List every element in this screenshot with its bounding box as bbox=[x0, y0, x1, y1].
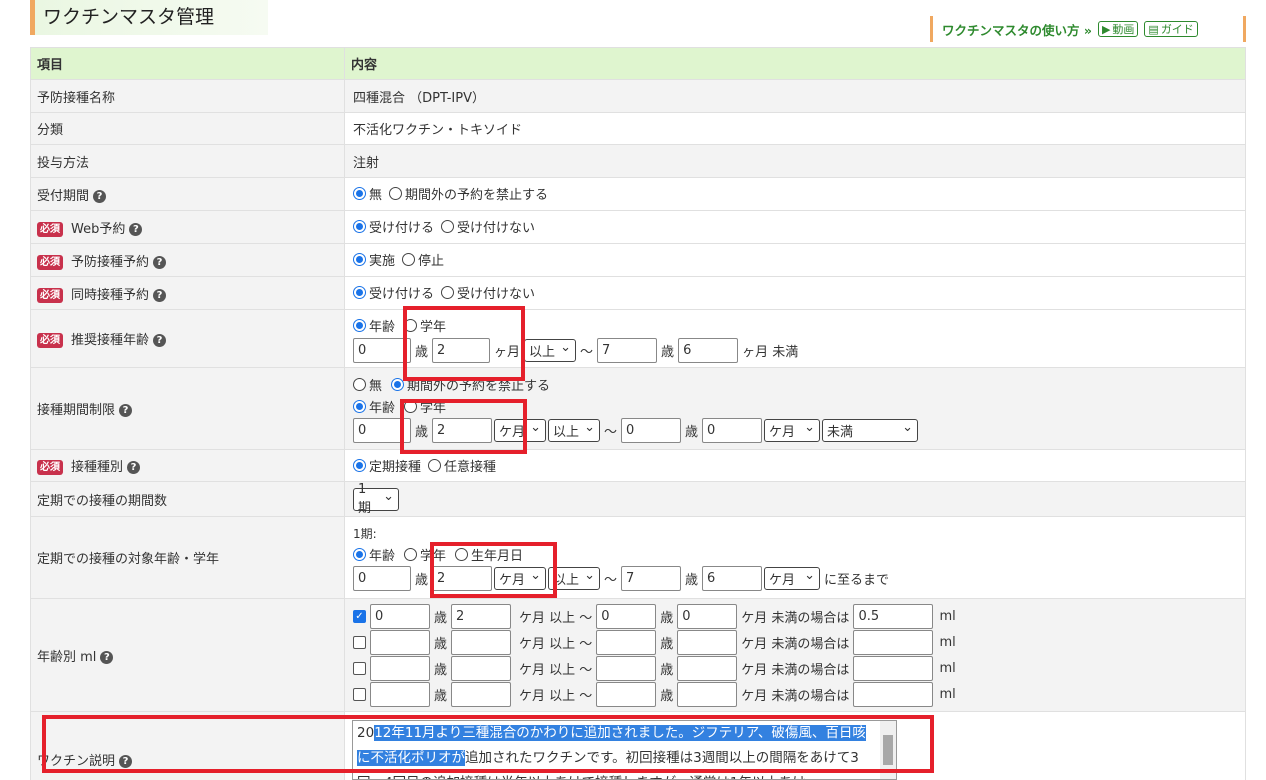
help-icon[interactable]: ? bbox=[153, 255, 167, 269]
ml-to-month-input[interactable] bbox=[677, 655, 738, 681]
row-method: 投与方法 注射 bbox=[30, 144, 1246, 178]
type-optional-radio[interactable]: 任意接種 bbox=[428, 456, 496, 475]
ml-to-month-input[interactable] bbox=[677, 629, 738, 655]
row-category: 分類 不活化ワクチン・トキソイド bbox=[30, 112, 1246, 145]
vaccination-off-radio[interactable]: 停止 bbox=[402, 250, 444, 269]
ml-to-month-input[interactable]: 0 bbox=[677, 603, 738, 629]
limit-cond-select[interactable]: 以上 bbox=[548, 419, 601, 442]
vaccination-on-radio[interactable]: 実施 bbox=[353, 250, 395, 269]
ml-from-month-input[interactable] bbox=[451, 681, 512, 707]
required-badge: 必須 bbox=[37, 333, 63, 348]
ml-row-checkbox[interactable] bbox=[353, 635, 366, 649]
reception-none-radio[interactable]: 無 bbox=[353, 184, 382, 203]
ml-to-month-input[interactable] bbox=[677, 681, 738, 707]
ml-row: 歳ケ月 以上 ～歳ケ月 未満の場合は ml bbox=[353, 681, 1239, 707]
rec-to-month-input[interactable]: 6 bbox=[678, 338, 739, 363]
required-badge: 必須 bbox=[37, 287, 63, 303]
ml-row-checkbox[interactable] bbox=[353, 687, 366, 701]
row-vaccination: 必須 予防接種予約? 実施 停止 bbox=[30, 243, 1246, 277]
limit-none-radio[interactable]: 無 bbox=[353, 375, 382, 394]
ml-from-year-input[interactable] bbox=[370, 629, 430, 655]
highlight-box-recommended-grade bbox=[403, 306, 525, 381]
ml-value-input[interactable] bbox=[853, 629, 934, 655]
header-content: 内容 bbox=[344, 47, 1246, 80]
ml-from-month-input[interactable] bbox=[451, 655, 512, 681]
limit-end-select[interactable]: 未満 bbox=[822, 419, 919, 442]
ml-row-checkbox[interactable]: ✓ bbox=[353, 609, 366, 623]
row-ml: 年齢別 ml? ✓ 0 歳 2 ケ月 以上 ～ 0 歳 0 ケ月 未満の場合は 0.5 ml 歳ケ月 … bbox=[30, 598, 1246, 712]
limit-to-unit-select[interactable]: ケ月 bbox=[764, 419, 821, 442]
help-icon[interactable]: ? bbox=[119, 404, 133, 417]
help-icon[interactable]: ? bbox=[100, 650, 114, 664]
ml-row: 歳ケ月 以上 ～歳ケ月 未満の場合は ml bbox=[353, 629, 1239, 655]
limit-age-radio[interactable]: 年齢 bbox=[353, 397, 395, 416]
target-age-radio[interactable]: 年齢 bbox=[353, 545, 395, 564]
play-icon: ▶ bbox=[1101, 22, 1111, 36]
ml-row-checkbox[interactable] bbox=[353, 661, 366, 675]
target-to-year-input[interactable]: 7 bbox=[621, 566, 682, 591]
target-to-unit-select[interactable]: ケ月 bbox=[764, 567, 821, 590]
highlight-box-description bbox=[42, 715, 934, 773]
row-target-age: 定期での接種の対象年齢・学年 1期: 年齢学年生年月日 0歳 2 ケ月 以上～ … bbox=[30, 516, 1246, 599]
limit-to-year-input[interactable]: 0 bbox=[621, 418, 682, 443]
type-regular-radio[interactable]: 定期接種 bbox=[353, 456, 421, 475]
web-accept-radio[interactable]: 受け付ける bbox=[353, 217, 434, 236]
required-badge: 必須 bbox=[37, 460, 63, 475]
help-icon[interactable]: ? bbox=[153, 288, 167, 302]
vaccine-master-page: { "page_title":"ワクチンマスタ管理", "help_link":… bbox=[0, 0, 1266, 780]
ml-value-input[interactable] bbox=[853, 681, 934, 707]
rec-to-year-input[interactable]: 7 bbox=[597, 338, 658, 363]
guide-button[interactable]: ▤ ガイド bbox=[1144, 21, 1198, 37]
help-icon[interactable]: ? bbox=[129, 222, 143, 236]
row-recommended-age: 必須推奨接種年齢? 年齢学年 0歳 2ヶ月 以上～ 7歳 6ヶ月 未満 bbox=[30, 309, 1246, 368]
required-badge: 必須 bbox=[37, 254, 63, 270]
video-button[interactable]: ▶ 動画 bbox=[1097, 21, 1139, 37]
row-simultaneous: 必須 同時接種予約? 受け付ける 受け付けない bbox=[30, 276, 1246, 310]
page-title: ワクチンマスタ管理 bbox=[30, 0, 268, 35]
ml-from-year-input[interactable] bbox=[370, 681, 430, 707]
ml-from-year-input[interactable] bbox=[370, 655, 430, 681]
target-to-month-input[interactable]: 6 bbox=[702, 566, 763, 591]
vaccine-form-table: 項目 内容 予防接種名称 四種混合 （DPT-IPV） 分類 不活化ワクチン・トキソイ… bbox=[30, 47, 1246, 780]
ml-row: 歳ケ月 以上 ～歳ケ月 未満の場合は ml bbox=[353, 655, 1239, 681]
row-period-count: 定期での接種の期間数 1期 bbox=[30, 481, 1246, 517]
row-period-limit: 接種期間制限? 無期間外の予約を禁止する 年齢学年 0歳 2 ケ月 以上～ 0歳… bbox=[30, 367, 1246, 450]
ml-to-year-input[interactable] bbox=[596, 655, 657, 681]
book-icon: ▤ bbox=[1148, 22, 1159, 36]
ml-from-month-input[interactable]: 2 bbox=[451, 603, 512, 629]
header-item: 項目 bbox=[30, 47, 345, 80]
help-icon[interactable]: ? bbox=[127, 461, 141, 474]
web-reject-radio[interactable]: 受け付けない bbox=[441, 217, 535, 236]
limit-to-month-input[interactable]: 0 bbox=[702, 418, 763, 443]
ml-from-year-input[interactable]: 0 bbox=[370, 603, 430, 629]
ml-to-year-input[interactable]: 0 bbox=[596, 603, 657, 629]
period-count-select[interactable]: 1期 bbox=[353, 482, 399, 516]
help-links: ワクチンマスタの使い方 » ▶ 動画 ▤ ガイド bbox=[930, 16, 1246, 42]
row-web: 必須 Web予約? 受け付ける 受け付けない bbox=[30, 210, 1246, 244]
required-badge: 必須 bbox=[37, 221, 63, 237]
ml-value-input[interactable] bbox=[853, 655, 934, 681]
row-reception: 受付期間? 無期間外の予約を禁止する bbox=[30, 177, 1246, 211]
ml-from-month-input[interactable] bbox=[451, 629, 512, 655]
help-link[interactable]: ワクチンマスタの使い方 » bbox=[942, 20, 1092, 39]
help-icon[interactable]: ? bbox=[153, 334, 167, 347]
ml-to-year-input[interactable] bbox=[596, 681, 657, 707]
row-type: 必須 接種種別? 定期接種 任意接種 bbox=[30, 449, 1246, 482]
row-name: 予防接種名称 四種混合 （DPT-IPV） bbox=[30, 79, 1246, 113]
rec-age-radio[interactable]: 年齢 bbox=[353, 316, 395, 335]
reception-forbid-radio[interactable]: 期間外の予約を禁止する bbox=[389, 184, 548, 203]
help-icon[interactable]: ? bbox=[93, 189, 107, 203]
ml-value-input[interactable]: 0.5 bbox=[853, 603, 934, 629]
highlight-box-period-grade bbox=[400, 399, 527, 454]
ml-to-year-input[interactable] bbox=[596, 629, 657, 655]
highlight-box-target-unit bbox=[430, 542, 557, 598]
simultaneous-reject-radio[interactable]: 受け付けない bbox=[441, 283, 535, 302]
ml-row: ✓ 0 歳 2 ケ月 以上 ～ 0 歳 0 ケ月 未満の場合は 0.5 ml bbox=[353, 603, 1239, 629]
target-from-year-input[interactable]: 0 bbox=[353, 566, 411, 591]
rec-cond-select[interactable]: 以上 bbox=[524, 339, 577, 362]
simultaneous-accept-radio[interactable]: 受け付ける bbox=[353, 283, 434, 302]
